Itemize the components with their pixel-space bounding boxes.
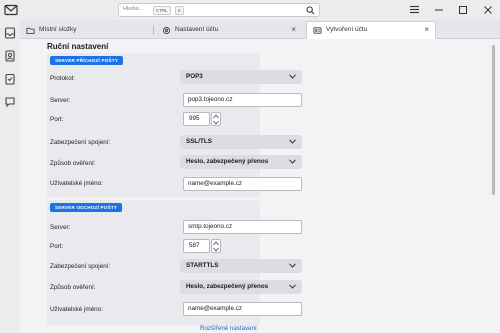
address-book-icon[interactable] (4, 50, 16, 62)
advanced-settings-link[interactable]: Rozšířené nastavení (200, 325, 257, 332)
shortcut-ctrl-key: CTRL (153, 6, 171, 15)
incoming-security-select[interactable]: SSL/TLS (180, 135, 302, 149)
mail-app-icon[interactable] (4, 3, 18, 17)
incoming-username-input[interactable]: name@example.cz (183, 177, 302, 191)
chevron-up-icon[interactable] (213, 114, 219, 119)
outgoing-security-value: STARTTLS (186, 262, 219, 269)
outgoing-auth-value: Heslo, zabezpečený přenos (186, 283, 269, 290)
incoming-username-label: Uživatelské jméno: (50, 180, 103, 187)
incoming-server-panel: SERVER PŘÍCHOZÍ POŠTY Protokol: POP3 Ser… (47, 53, 302, 198)
tab-account-settings[interactable]: Nastavení účtu × (156, 22, 302, 39)
incoming-auth-label: Způsob ověření: (50, 160, 96, 167)
incoming-port-input[interactable]: 995 (183, 112, 210, 126)
outgoing-auth-select[interactable]: Heslo, zabezpečený přenos (180, 280, 302, 294)
protocol-label: Protokol: (50, 75, 75, 82)
tab-account-setup[interactable]: Vytvoření účtu × (306, 21, 436, 39)
outgoing-server-input[interactable]: smtp.tojeono.cz (183, 220, 302, 234)
minimize-window-icon[interactable] (432, 3, 446, 17)
close-tab-icon[interactable]: × (291, 22, 296, 38)
incoming-server-label: Server: (50, 97, 71, 104)
incoming-port-stepper[interactable] (211, 112, 221, 126)
chevron-down-icon (289, 263, 296, 268)
tasks-icon[interactable] (4, 73, 16, 85)
mail-space-icon[interactable] (4, 27, 16, 39)
spaces-toolbar (0, 20, 20, 333)
protocol-select[interactable]: POP3 (180, 70, 302, 84)
chat-icon[interactable] (4, 96, 16, 108)
shortcut-k-key: K (175, 6, 185, 15)
scrollbar[interactable] (487, 39, 500, 333)
outgoing-username-input[interactable]: name@example.cz (183, 302, 302, 316)
tab-label: Vytvoření účtu (326, 26, 368, 33)
protocol-value: POP3 (186, 73, 203, 80)
close-tab-icon[interactable]: × (424, 22, 429, 38)
chevron-up-icon[interactable] (213, 241, 219, 246)
outgoing-port-input[interactable]: 587 (183, 239, 210, 253)
tab-local-folders[interactable]: Místní složky (20, 22, 150, 39)
incoming-port-label: Port: (50, 116, 64, 123)
search-icon[interactable] (306, 6, 315, 15)
outgoing-security-select[interactable]: STARTTLS (180, 259, 302, 273)
close-window-icon[interactable] (481, 3, 495, 17)
maximize-window-icon[interactable] (456, 3, 470, 17)
gear-icon (163, 27, 170, 34)
scrollbar-thumb[interactable] (492, 45, 495, 195)
search-input[interactable]: Hledat... CTRL K (118, 3, 320, 17)
folder-icon (26, 27, 35, 35)
outgoing-port-label: Port: (50, 243, 64, 250)
section-title: Ruční nastavení (47, 42, 109, 51)
account-setup-icon (313, 27, 322, 34)
chevron-down-icon (289, 284, 296, 289)
outgoing-username-label: Uživatelské jméno: (50, 306, 103, 313)
incoming-server-input[interactable]: pop3.tojeono.cz (183, 93, 302, 107)
chevron-down-icon[interactable] (213, 120, 219, 125)
outgoing-port-stepper[interactable] (211, 239, 221, 253)
chevron-down-icon (289, 159, 296, 164)
incoming-server-badge: SERVER PŘÍCHOZÍ POŠTY (50, 56, 124, 65)
outgoing-server-badge: SERVER ODCHOZÍ POŠTY (50, 203, 123, 212)
tab-label: Nastavení účtu (175, 26, 219, 33)
outgoing-server-panel: SERVER ODCHOZÍ POŠTY Server: smtp.tojeon… (47, 200, 302, 326)
incoming-security-label: Zabezpečení spojení: (50, 139, 111, 146)
incoming-auth-value: Heslo, zabezpečený přenos (186, 158, 269, 165)
hamburger-menu-icon[interactable] (409, 4, 420, 15)
outgoing-server-label: Server: (50, 224, 71, 231)
title-bar: Hledat... CTRL K (0, 0, 500, 20)
tab-separator (153, 25, 154, 35)
chevron-down-icon[interactable] (213, 247, 219, 252)
chevron-down-icon (289, 74, 296, 79)
outgoing-auth-label: Způsob ověření: (50, 284, 96, 291)
tab-bar: Místní složky Nastavení účtu × Vytvoření… (20, 20, 500, 39)
incoming-security-value: SSL/TLS (186, 138, 212, 145)
outgoing-security-label: Zabezpečení spojení: (50, 263, 111, 270)
search-placeholder: Hledat... (123, 6, 144, 12)
chevron-down-icon (289, 139, 296, 144)
incoming-auth-select[interactable]: Heslo, zabezpečený přenos (180, 155, 302, 169)
tab-label: Místní složky (39, 26, 77, 33)
